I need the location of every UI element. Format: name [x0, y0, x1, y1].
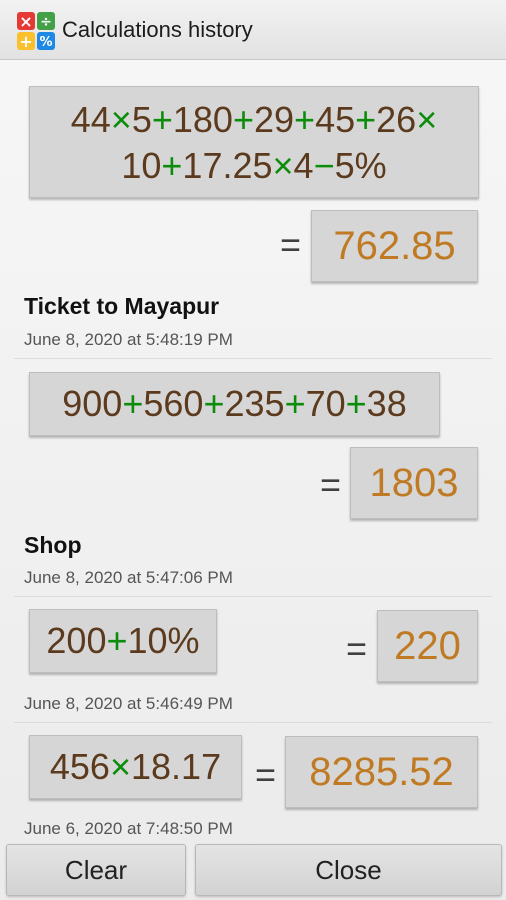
operand: 200	[46, 620, 107, 661]
result-box[interactable]: 1803	[350, 447, 478, 519]
divider	[14, 358, 492, 359]
operand: 29	[254, 99, 295, 140]
entry-date: June 8, 2020 at 5:46:49 PM	[24, 694, 233, 713]
operand: 5%	[334, 145, 387, 186]
operand: 900	[62, 383, 123, 424]
operator: +	[232, 99, 254, 140]
operator: +	[161, 145, 183, 186]
operand: 18.17	[131, 746, 222, 787]
operator: ×	[109, 746, 131, 787]
calculator-ops-icon: × ÷ + %	[17, 12, 55, 51]
operand: 10%	[127, 620, 200, 661]
operand: 456	[49, 746, 110, 787]
divider	[14, 596, 492, 597]
clear-button[interactable]: Clear	[6, 844, 186, 896]
entry-date: June 6, 2020 at 7:48:50 PM	[24, 819, 233, 838]
history-list[interactable]: 44×5+180+29+45+26× 10+17.25×4−5% = 762.85…	[0, 60, 506, 840]
result-box[interactable]: 762.85	[311, 210, 478, 282]
result-box[interactable]: 8285.52	[285, 736, 478, 808]
operand: 180	[172, 99, 233, 140]
expression-line: 44×5+180+29+45+26×	[30, 97, 478, 143]
operand: 44	[70, 99, 111, 140]
expression-box[interactable]: 900+560+235+70+38	[29, 372, 440, 436]
operator: +	[203, 383, 225, 424]
operand: 26	[376, 99, 417, 140]
operator: +	[294, 99, 316, 140]
svg-text:×: ×	[19, 12, 32, 31]
expression-line: 10+17.25×4−5%	[30, 143, 478, 189]
operand: 4	[293, 145, 314, 186]
operator: +	[355, 99, 377, 140]
svg-text:%: %	[39, 35, 52, 50]
expression-box[interactable]: 44×5+180+29+45+26× 10+17.25×4−5%	[29, 86, 479, 198]
equals-sign: =	[255, 754, 277, 795]
expression-box[interactable]: 200+10%	[29, 609, 217, 673]
operand: 70	[305, 383, 346, 424]
expression-line: 200+10%	[30, 618, 216, 664]
entry-date: June 8, 2020 at 5:47:06 PM	[24, 568, 233, 587]
operator: +	[284, 383, 306, 424]
equals-sign: =	[280, 224, 302, 265]
operand: 560	[143, 383, 204, 424]
operator: +	[345, 383, 367, 424]
operator: ×	[416, 99, 438, 140]
operator: ×	[272, 145, 294, 186]
entry-date: June 8, 2020 at 5:48:19 PM	[24, 330, 233, 349]
svg-text:÷: ÷	[40, 14, 52, 30]
divider	[14, 722, 492, 723]
result-box[interactable]: 220	[377, 610, 478, 682]
operand: 10	[121, 145, 162, 186]
expression-line: 456×18.17	[30, 744, 241, 790]
window-title: Calculations history	[62, 17, 253, 42]
close-button[interactable]: Close	[195, 844, 502, 896]
operator: +	[122, 383, 144, 424]
operator: −	[313, 145, 335, 186]
operator: +	[106, 620, 128, 661]
operand: 5	[131, 99, 152, 140]
operator: ×	[110, 99, 132, 140]
svg-text:+: +	[19, 32, 32, 51]
entry-title: Ticket to Mayapur	[24, 293, 220, 319]
operand: 38	[366, 383, 407, 424]
operand: 45	[315, 99, 356, 140]
operand: 235	[224, 383, 285, 424]
expression-box[interactable]: 456×18.17	[29, 735, 242, 799]
operator: +	[151, 99, 173, 140]
title-bar: × ÷ + % Calculations history	[0, 0, 506, 60]
expression-line: 900+560+235+70+38	[30, 381, 439, 427]
equals-sign: =	[320, 464, 342, 505]
entry-title: Shop	[24, 532, 82, 558]
equals-sign: =	[346, 628, 368, 669]
operand: 17.25	[182, 145, 273, 186]
